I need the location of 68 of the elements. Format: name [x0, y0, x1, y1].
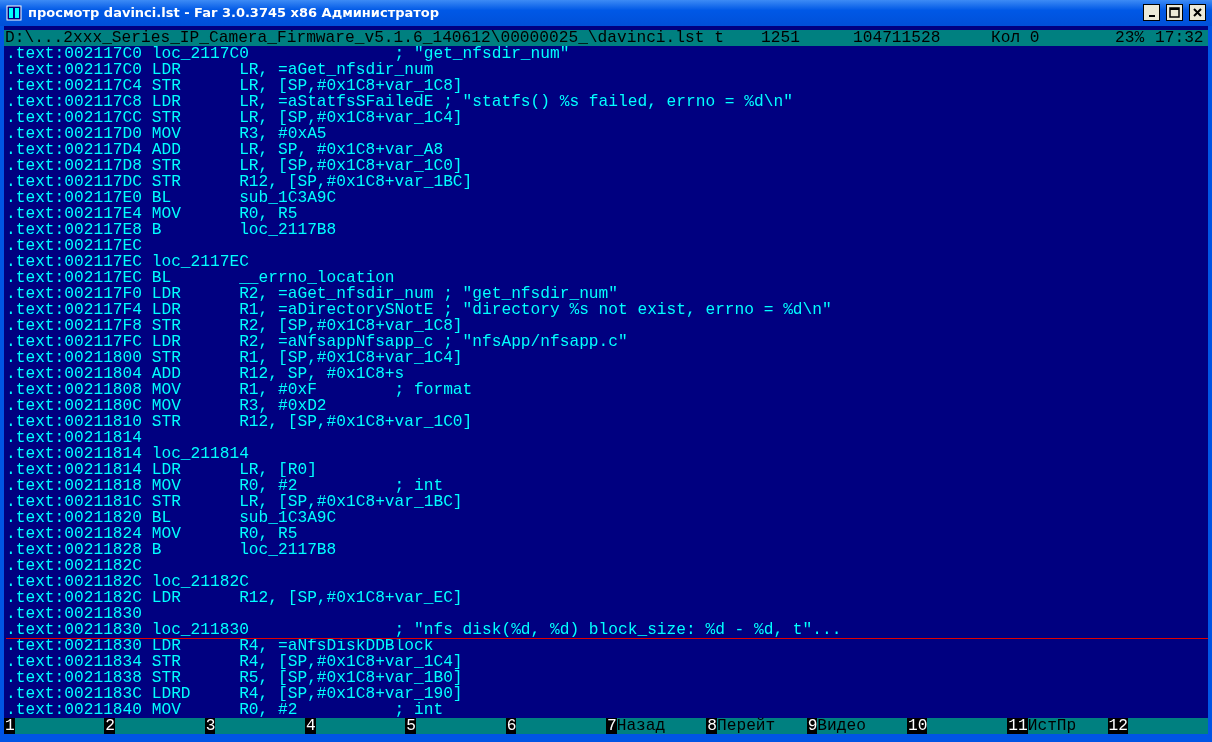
code-line: .text:0021182C [6, 557, 142, 574]
line-count: 1251 [761, 29, 801, 46]
function-key[interactable]: 5 [405, 717, 506, 734]
code-line: .text:002117F4 LDR R1, =aDirectorySNotE ; "directory %s not exist, errno = %d\n" [6, 301, 832, 318]
code-line: .text:0021183C LDRD R4, [SP,#0x1C8+var_190] [6, 685, 463, 702]
code-line: .text:0021181C STR LR, [SP,#0x1C8+var_1BC] [6, 493, 463, 510]
function-key[interactable]: 2 [104, 717, 205, 734]
code-line: .text:00211808 MOV R1, #0xF ; format [6, 381, 473, 398]
code-line: .text:00211834 STR R4, [SP,#0x1C8+var_1C4] [6, 653, 463, 670]
code-line: .text:00211828 B loc_2117B8 [6, 541, 337, 558]
function-key[interactable]: 10 [906, 717, 1008, 734]
code-line: .text:002117E4 MOV R0, R5 [6, 205, 298, 222]
file-path: D:\...2xxx_Series_IP_Camera_Firmware_v5.1.6_140612\00000025_\davinci.lst t [5, 29, 725, 46]
code-line: .text:00211840 MOV R0, #2 ; int [6, 701, 444, 718]
code-line: .text:00211830 loc_211830 ; "nfs disk(%d, %d) block_size: %d - %d, t"... [6, 621, 842, 638]
code-line: .text:002117C8 LDR LR, =aStatfsSFailedE ; "statfs() %s failed, errno = %d\n" [6, 93, 793, 110]
code-line: .text:002117F0 LDR R2, =aGet_nfsdir_num ; "get_nfsdir_num" [6, 285, 618, 302]
code-line: .text:00211830 [6, 605, 142, 622]
code-line: .text:002117FC LDR R2, =aNfsappNfsapp_c ; "nfsApp/nfsapp.c" [6, 333, 628, 350]
code-line: .text:00211804 ADD R12, SP, #0x1C8+s [6, 365, 405, 382]
column-indicator: Кол 0 [991, 29, 1041, 46]
window-title: просмотр davinci.lst - Far 3.0.3745 x86 Администратор [28, 5, 441, 21]
function-key[interactable]: 9Видео [806, 717, 907, 734]
code-line: .text:00211814 [6, 429, 142, 446]
code-line: .text:002117E8 B loc_2117B8 [6, 221, 337, 238]
code-line: .text:002117EC [6, 237, 142, 254]
function-key[interactable]: 7Назад [605, 717, 707, 734]
code-line: .text:00211814 LDR LR, [R0] [6, 461, 317, 478]
code-line: .text:002117F8 STR R2, [SP,#0x1C8+var_1C8] [6, 317, 463, 334]
code-line: .text:00211820 BL sub_1C3A9C [6, 509, 337, 526]
minimize-button[interactable] [1143, 4, 1160, 22]
code-line: .text:002117C0 LDR LR, =aGet_nfsdir_num [6, 61, 434, 78]
code-line: .text:002117D8 STR LR, [SP,#0x1C8+var_1C0] [6, 157, 463, 174]
code-line: .text:002117DC STR R12, [SP,#0x1C8+var_1BC] [6, 173, 473, 190]
code-line: .text:0021182C loc_21182C [6, 573, 249, 590]
file-size: 104711528 [853, 29, 942, 46]
function-key[interactable]: 8Перейт [706, 717, 807, 734]
code-line: .text:00211810 STR R12, [SP,#0x1C8+var_1C0] [6, 413, 473, 430]
function-key[interactable]: 12 [1107, 717, 1208, 734]
code-line: .text:002117EC loc_2117EC [6, 253, 249, 270]
maximize-button[interactable] [1166, 4, 1183, 22]
function-key[interactable]: 4 [305, 717, 406, 734]
code-line: .text:00211830 LDR R4, =aNfsDiskDDBlock [6, 637, 434, 654]
function-key[interactable]: 1 [4, 717, 105, 734]
code-line: .text:00211800 STR R1, [SP,#0x1C8+var_1C4] [6, 349, 463, 366]
code-line: .text:00211814 loc_211814 [6, 445, 249, 462]
code-line: .text:002117D4 ADD LR, SP, #0x1C8+var_A8 [6, 141, 444, 158]
clock: 17:32 [1155, 29, 1205, 46]
code-line: .text:00211818 MOV R0, #2 ; int [6, 477, 444, 494]
code-line: .text:002117E0 BL sub_1C3A9C [6, 189, 337, 206]
percent-indicator: 23% [1115, 29, 1146, 46]
code-line: .text:0021182C LDR R12, [SP,#0x1C8+var_EC] [6, 589, 463, 606]
code-line: .text:002117CC STR LR, [SP,#0x1C8+var_1C4] [6, 109, 463, 126]
function-key[interactable]: 11ИстПр [1007, 717, 1108, 734]
close-icon [1192, 7, 1203, 19]
code-line: .text:002117EC BL __errno_location [6, 269, 395, 286]
code-line: .text:00211824 MOV R0, R5 [6, 525, 298, 542]
code-line: .text:0021180C MOV R3, #0xD2 [6, 397, 327, 414]
function-key[interactable]: 6 [505, 717, 606, 734]
code-line: .text:002117C0 loc_2117C0 ; "get_nfsdir_num" [6, 45, 570, 62]
function-key[interactable]: 3 [204, 717, 305, 734]
maximize-icon [1169, 7, 1180, 19]
close-button[interactable] [1189, 4, 1206, 22]
code-line: .text:002117C4 STR LR, [SP,#0x1C8+var_1C8] [6, 77, 463, 94]
code-line: .text:002117D0 MOV R3, #0xA5 [6, 125, 327, 142]
code-line: .text:00211838 STR R5, [SP,#0x1C8+var_1B0] [6, 669, 463, 686]
app-icon [6, 4, 22, 21]
minimize-icon [1148, 15, 1155, 18]
